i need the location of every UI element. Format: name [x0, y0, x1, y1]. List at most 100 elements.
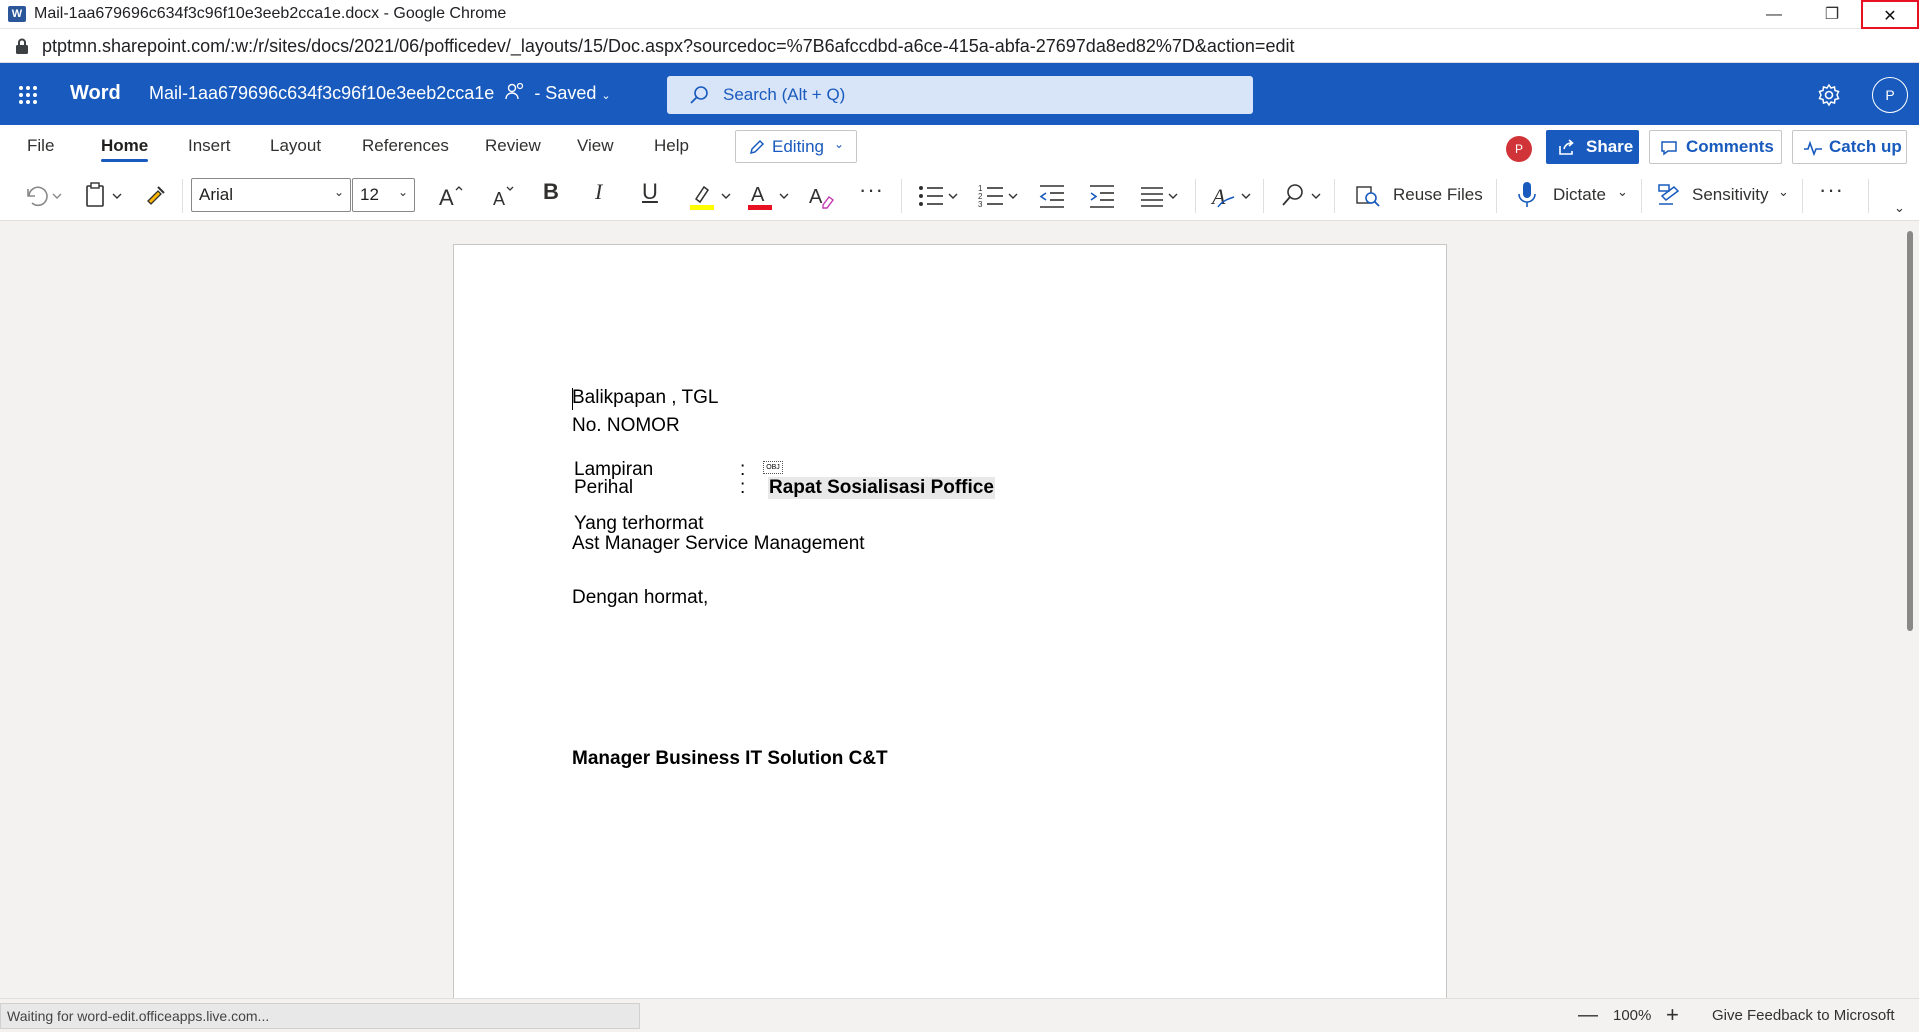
numbered-list-icon: 123 [978, 184, 1018, 209]
bold-button[interactable]: B [543, 179, 559, 209]
italic-button[interactable]: I [595, 179, 602, 209]
find-button[interactable] [1280, 181, 1326, 211]
font-name-dropdown[interactable]: Arial ⌄ [191, 178, 351, 212]
bullets-button[interactable] [917, 181, 963, 211]
saved-status[interactable]: - Saved [534, 83, 596, 103]
scrollbar-thumb[interactable] [1907, 231, 1913, 631]
shrink-font-icon: A [493, 186, 514, 209]
highlighter-icon [690, 185, 731, 210]
more-font-options-button[interactable]: ··· [859, 177, 884, 207]
decrease-indent-button[interactable] [1038, 181, 1066, 211]
toolbar-separator [1263, 179, 1264, 213]
zoom-out-button[interactable]: — [1578, 1004, 1598, 1027]
bullet-list-icon [919, 186, 958, 206]
pencil-icon [749, 139, 765, 155]
perihal-colon[interactable]: : [740, 477, 745, 499]
tab-layout[interactable]: Layout [270, 136, 321, 156]
document-name[interactable]: Mail-1aa679696c634f3c96f10e3eeb2cca1e [149, 83, 494, 103]
loading-status: Waiting for word-edit.officeapps.live.co… [0, 1003, 640, 1029]
greeting-line[interactable]: Dengan hormat, [572, 587, 708, 609]
font-name-value: Arial [199, 185, 234, 204]
tab-insert[interactable]: Insert [188, 136, 231, 156]
editing-mode-button[interactable]: Editing ⌄ [735, 130, 857, 163]
grow-font-button[interactable]: A [437, 181, 467, 211]
perihal-value[interactable]: Rapat Sosialisasi Poffice [768, 477, 995, 499]
format-painter-icon [147, 186, 165, 205]
feedback-link[interactable]: Give Feedback to Microsoft [1712, 1007, 1895, 1024]
pulse-icon [1804, 140, 1822, 156]
chevron-down-icon[interactable]: ⌄ [601, 90, 610, 102]
collapse-ribbon-icon[interactable]: ⌄ [1894, 200, 1905, 216]
browser-title-bar: W Mail-1aa679696c634f3c96f10e3eeb2cca1e.… [0, 0, 1919, 29]
find-icon [1282, 184, 1321, 206]
catch-up-button[interactable]: Catch up [1792, 130, 1907, 164]
tab-home[interactable]: Home [101, 136, 149, 162]
highlight-color-button[interactable] [688, 181, 734, 211]
restore-button[interactable]: ❐ [1803, 0, 1861, 29]
underline-button[interactable]: U [642, 179, 658, 209]
toolbar-separator [1802, 179, 1803, 213]
embedded-object-icon[interactable]: OBJ [763, 461, 783, 475]
url-text[interactable]: ptptmn.sharepoint.com/:w:/r/sites/docs/2… [42, 36, 1294, 57]
undo-button[interactable] [22, 181, 62, 211]
shrink-font-button[interactable]: A [489, 181, 519, 211]
recipient-title[interactable]: Ast Manager Service Management [572, 533, 865, 555]
increase-indent-button[interactable] [1088, 181, 1116, 211]
toolbar-separator [901, 179, 902, 213]
font-size-dropdown[interactable]: 12 ⌄ [352, 178, 415, 212]
more-options-button[interactable]: ··· [1819, 177, 1844, 207]
search-box[interactable]: Search (Alt + Q) [667, 76, 1253, 114]
search-icon [690, 86, 708, 104]
tab-help[interactable]: Help [654, 136, 689, 156]
sensitivity-button[interactable]: Sensitivity ⌄ [1656, 181, 1796, 211]
font-color-button[interactable]: A [746, 181, 792, 211]
recipient-salutation[interactable]: Yang terhormat [574, 513, 704, 535]
comments-button[interactable]: Comments [1649, 130, 1782, 164]
tab-view[interactable]: View [577, 136, 614, 156]
tab-references[interactable]: References [362, 136, 449, 156]
share-button[interactable]: Share [1546, 130, 1639, 164]
format-painter-button[interactable] [144, 181, 170, 211]
comment-icon [1661, 141, 1677, 156]
alignment-button[interactable] [1139, 181, 1185, 211]
window-title: Mail-1aa679696c634f3c96f10e3eeb2cca1e.do… [34, 5, 507, 22]
chevron-down-icon: ⌄ [397, 185, 408, 199]
dictate-label: Dictate [1553, 185, 1606, 204]
clear-formatting-button[interactable]: A [807, 181, 837, 211]
paste-button[interactable] [83, 181, 129, 211]
document-canvas[interactable]: Balikpapan , TGL No. NOMOR Lampiran : OB… [0, 221, 1919, 998]
presence-avatar[interactable]: P [1506, 136, 1532, 162]
tab-file[interactable]: File [27, 136, 54, 156]
account-avatar[interactable]: P [1872, 77, 1908, 113]
place-date-line[interactable]: Balikpapan , TGL [572, 387, 718, 409]
grow-font-icon: A [439, 185, 463, 210]
address-bar[interactable]: ptptmn.sharepoint.com/:w:/r/sites/docs/2… [0, 29, 1919, 63]
word-app-header: Word Mail-1aa679696c634f3c96f10e3eeb2cca… [0, 63, 1919, 125]
tab-review[interactable]: Review [485, 136, 541, 156]
lampiran-object[interactable]: OBJ [763, 457, 783, 479]
settings-gear-icon[interactable] [1817, 83, 1841, 107]
minimize-button[interactable]: — [1745, 0, 1803, 29]
vertical-scrollbar[interactable] [1902, 221, 1919, 998]
search-placeholder[interactable]: Search (Alt + Q) [723, 85, 845, 105]
styles-button[interactable]: A [1210, 181, 1256, 211]
svg-text:A: A [493, 189, 505, 209]
close-window-button[interactable]: ✕ [1861, 0, 1919, 29]
signature-line[interactable]: Manager Business IT Solution C&T [572, 748, 888, 770]
zoom-level[interactable]: 100% [1613, 1007, 1651, 1024]
document-name-area[interactable]: Mail-1aa679696c634f3c96f10e3eeb2cca1e - … [149, 82, 611, 104]
chevron-down-icon: ⌄ [1617, 184, 1628, 199]
share-label: Share [1586, 137, 1634, 156]
increase-indent-icon [1090, 185, 1114, 208]
word-brand[interactable]: Word [70, 82, 121, 105]
toolbar-separator [1334, 179, 1335, 213]
numbering-button[interactable]: 123 [977, 181, 1023, 211]
document-page[interactable]: Balikpapan , TGL No. NOMOR Lampiran : OB… [453, 244, 1447, 998]
dictate-button[interactable]: Dictate ⌄ [1517, 181, 1631, 211]
zoom-in-button[interactable]: + [1666, 1002, 1679, 1028]
number-line[interactable]: No. NOMOR [572, 415, 680, 437]
app-launcher-icon[interactable] [18, 85, 38, 105]
chevron-down-icon: ⌄ [1778, 184, 1789, 199]
chevron-down-icon: ⌄ [834, 137, 845, 151]
perihal-label[interactable]: Perihal [574, 477, 633, 499]
